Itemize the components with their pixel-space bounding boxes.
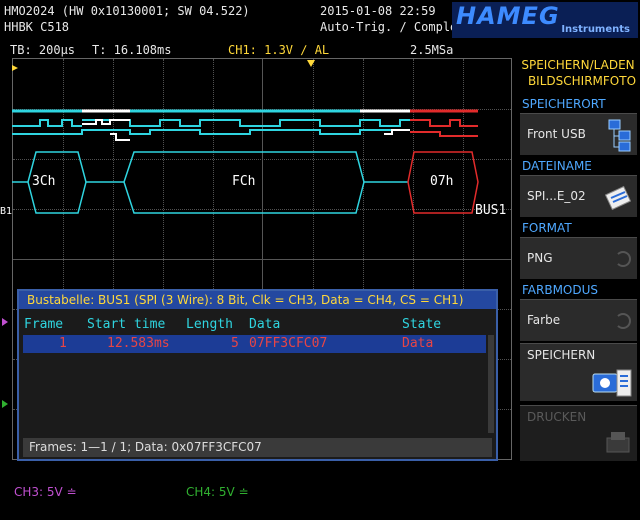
color-mode-label: FARBMODUS: [522, 283, 599, 297]
row-data: 07FF3CFC07: [249, 336, 328, 351]
col-length: Length: [186, 317, 233, 332]
col-data: Data: [249, 317, 281, 332]
bus-table[interactable]: Bustabelle: BUS1 (SPI (3 Wire): 8 Bit, C…: [17, 289, 498, 461]
bus-right-label: BUS1: [475, 203, 507, 218]
bus-frame-3-value: 07h: [430, 174, 454, 189]
bus-frame-1-value: 3Ch: [32, 174, 56, 189]
row-state: Data: [402, 336, 434, 351]
usb-tree-icon: [608, 119, 631, 152]
table-scrollbar[interactable]: [488, 335, 494, 433]
location-label: SPEICHERORT: [522, 97, 606, 111]
table-footer: Frames: 1—1 / 1; Data: 0x07FF3CFC07: [23, 438, 492, 457]
menu-title-2: BILDSCHIRMFOTO: [527, 74, 637, 88]
format-label: FORMAT: [522, 221, 572, 235]
save-button[interactable]: SPEICHERN: [520, 343, 637, 401]
col-frame: Frame: [24, 317, 64, 332]
menu-title-1: SPEICHERN/LADEN: [521, 58, 635, 72]
bus-left-marker: B1: [0, 206, 13, 217]
location-value: Front USB: [527, 127, 586, 141]
print-button[interactable]: DRUCKEN: [520, 405, 637, 461]
row-start: 12.583ms: [107, 336, 170, 351]
trigger-level-marker: [12, 65, 18, 71]
filename-button[interactable]: SPI...E_02: [520, 175, 637, 217]
rotary-icon: [615, 251, 631, 267]
trigger-position-marker: [307, 60, 315, 67]
col-state: State: [402, 317, 442, 332]
row-length: 5: [231, 336, 239, 351]
edit-keyboard-icon: [605, 185, 631, 211]
color-mode-value: Farbe: [527, 313, 561, 327]
row-frame: 1: [59, 336, 67, 351]
format-button[interactable]: PNG: [520, 237, 637, 279]
rotary-icon: [615, 313, 631, 329]
table-row[interactable]: 1 12.583ms 5 07FF3CFC07 Data: [23, 335, 486, 353]
camera-icon: [592, 369, 632, 397]
bus-table-title: Bustabelle: BUS1 (SPI (3 Wire): 8 Bit, C…: [19, 291, 496, 309]
print-label: DRUCKEN: [527, 410, 587, 424]
filename-label: DATEINAME: [522, 159, 592, 173]
printer-icon: [606, 432, 630, 453]
format-value: PNG: [527, 251, 553, 265]
filename-value: SPI...E_02: [527, 189, 586, 203]
ch3-setting[interactable]: CH3: 5V ≐: [14, 485, 77, 499]
save-label: SPEICHERN: [527, 348, 596, 362]
col-start-time: Start time: [87, 317, 166, 332]
location-button[interactable]: Front USB: [520, 113, 637, 155]
bus-frame-2-value: FCh: [232, 174, 256, 189]
color-mode-button[interactable]: Farbe: [520, 299, 637, 341]
ch4-setting[interactable]: CH4: 5V ≐: [186, 485, 249, 499]
